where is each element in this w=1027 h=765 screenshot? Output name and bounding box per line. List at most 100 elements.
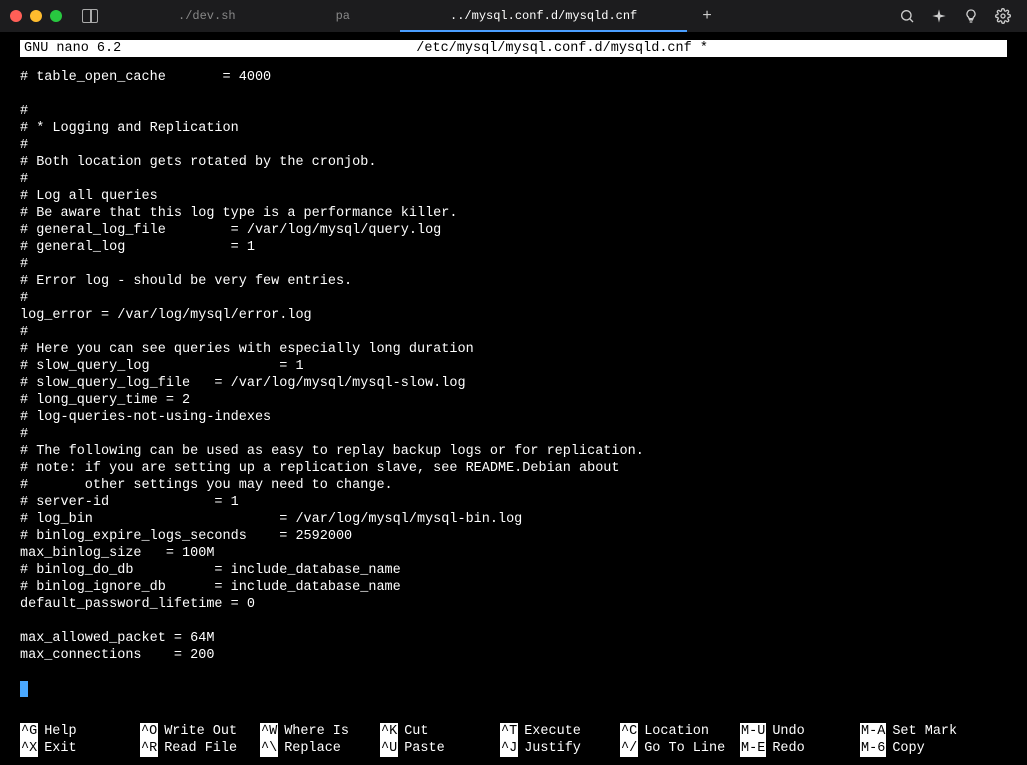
footer-shortcut: ^W Where Is	[260, 723, 380, 740]
footer-row: ^G Help ^O Write Out ^W Where Is ^K Cut ^TExecut…	[20, 723, 1007, 740]
footer-row: ^XExit^R Read File ^\ Replace ^U Paste ^J Justi…	[20, 740, 1007, 757]
footer-shortcut: ^XExit	[20, 740, 140, 757]
tab-bar: ./dev.sh pa ../mysql.conf.d/mysqld.cnf +	[128, 0, 899, 32]
shortcut-key: ^U	[380, 740, 398, 757]
file-line: # Both location gets rotated by the cron…	[20, 154, 1007, 171]
file-line: # slow_query_log = 1	[20, 358, 1007, 375]
cursor	[20, 681, 28, 697]
shortcut-key: ^/	[620, 740, 638, 757]
file-content[interactable]: # table_open_cache = 4000 ## * Logging a…	[20, 69, 1007, 698]
nano-version: GNU nano 6.2	[24, 40, 121, 57]
shortcut-label: Help	[44, 723, 76, 740]
shortcut-label: Execute	[524, 723, 581, 740]
file-line: #	[20, 256, 1007, 273]
file-line: # binlog_expire_logs_seconds = 2592000	[20, 528, 1007, 545]
file-line: # Error log - should be very few entries…	[20, 273, 1007, 290]
close-window[interactable]	[10, 10, 22, 22]
new-tab-button[interactable]: +	[687, 0, 727, 32]
file-line: # server-id = 1	[20, 494, 1007, 511]
file-line: # Be aware that this log type is a perfo…	[20, 205, 1007, 222]
shortcut-key: ^\	[260, 740, 278, 757]
tab-label: ../mysql.conf.d/mysqld.cnf	[450, 9, 637, 23]
footer-shortcut: ^G Help	[20, 723, 140, 740]
footer-shortcut: ^O Write Out	[140, 723, 260, 740]
terminal-area[interactable]: GNU nano 6.2 /etc/mysql/mysql.conf.d/mys…	[0, 32, 1027, 706]
shortcut-label: Location	[644, 723, 709, 740]
file-line	[20, 613, 1007, 630]
footer-shortcut: ^TExecute	[500, 723, 620, 740]
shortcut-label: Justify	[524, 740, 581, 757]
titlebar: ./dev.sh pa ../mysql.conf.d/mysqld.cnf +	[0, 0, 1027, 32]
file-line: # log_bin = /var/log/mysql/mysql-bin.log	[20, 511, 1007, 528]
footer-shortcut: M-6 Copy	[860, 740, 980, 757]
settings-icon[interactable]	[995, 8, 1011, 24]
tab-label: ./dev.sh	[178, 9, 236, 23]
shortcut-label: Replace	[284, 740, 341, 757]
shortcut-label: Redo	[772, 740, 804, 757]
footer-shortcut: ^C Location	[620, 723, 740, 740]
shortcut-label: Read File	[164, 740, 237, 757]
file-line: # The following can be used as easy to r…	[20, 443, 1007, 460]
shortcut-label: Cut	[404, 723, 428, 740]
shortcut-key: ^K	[380, 723, 398, 740]
shortcut-label: Paste	[404, 740, 445, 757]
file-line: # Here you can see queries with especial…	[20, 341, 1007, 358]
file-line: # general_log = 1	[20, 239, 1007, 256]
file-line: log_error = /var/log/mysql/error.log	[20, 307, 1007, 324]
tab-label: pa	[336, 9, 350, 23]
shortcut-key: ^X	[20, 740, 38, 757]
file-line: # * Logging and Replication	[20, 120, 1007, 137]
file-line: # log-queries-not-using-indexes	[20, 409, 1007, 426]
footer-shortcut: M-E Redo	[740, 740, 860, 757]
footer-shortcut: ^U Paste	[380, 740, 500, 757]
file-line: # table_open_cache = 4000	[20, 69, 1007, 86]
file-line: #	[20, 290, 1007, 307]
minimize-window[interactable]	[30, 10, 42, 22]
shortcut-label: Where Is	[284, 723, 349, 740]
file-line: #	[20, 426, 1007, 443]
shortcut-key: ^R	[140, 740, 158, 757]
nano-footer: ^G Help ^O Write Out ^W Where Is ^K Cut ^TExecut…	[20, 723, 1007, 757]
split-panes-icon[interactable]	[82, 9, 98, 23]
shortcut-key: M-E	[740, 740, 766, 757]
footer-shortcut: M-A Set Mark	[860, 723, 980, 740]
footer-shortcut: ^J Justify	[500, 740, 620, 757]
nano-filename: /etc/mysql/mysql.conf.d/mysqld.cnf *	[121, 40, 1003, 57]
nano-header: GNU nano 6.2 /etc/mysql/mysql.conf.d/mys…	[20, 40, 1007, 57]
file-line: #	[20, 137, 1007, 154]
file-line: max_connections = 200	[20, 647, 1007, 664]
shortcut-key: M-A	[860, 723, 886, 740]
shortcut-label: Go To Line	[644, 740, 725, 757]
file-line	[20, 664, 1007, 681]
shortcut-key: ^J	[500, 740, 518, 757]
shortcut-key: M-6	[860, 740, 886, 757]
file-line: # other settings you may need to change.	[20, 477, 1007, 494]
file-line	[20, 86, 1007, 103]
maximize-window[interactable]	[50, 10, 62, 22]
file-line: #	[20, 171, 1007, 188]
footer-shortcut: ^R Read File	[140, 740, 260, 757]
shortcut-label: Set Mark	[892, 723, 957, 740]
tab-pa[interactable]: pa	[286, 0, 400, 32]
footer-shortcut: M-UUndo	[740, 723, 860, 740]
shortcut-key: ^C	[620, 723, 638, 740]
file-line: #	[20, 103, 1007, 120]
file-line: max_allowed_packet = 64M	[20, 630, 1007, 647]
footer-shortcut: ^K Cut	[380, 723, 500, 740]
shortcut-label: Copy	[892, 740, 924, 757]
file-line: # note: if you are setting up a replicat…	[20, 460, 1007, 477]
file-line: # general_log_file = /var/log/mysql/quer…	[20, 222, 1007, 239]
tab-mysqld-cnf[interactable]: ../mysql.conf.d/mysqld.cnf	[400, 0, 687, 32]
file-line: max_binlog_size = 100M	[20, 545, 1007, 562]
lightbulb-icon[interactable]	[963, 8, 979, 24]
footer-shortcut: ^\ Replace	[260, 740, 380, 757]
shortcut-label: Write Out	[164, 723, 237, 740]
titlebar-actions	[899, 8, 1017, 24]
shortcut-key: ^G	[20, 723, 38, 740]
file-line: # binlog_do_db = include_database_name	[20, 562, 1007, 579]
search-icon[interactable]	[899, 8, 915, 24]
tab-dev-sh[interactable]: ./dev.sh	[128, 0, 286, 32]
shortcut-key: ^W	[260, 723, 278, 740]
shortcut-key: ^O	[140, 723, 158, 740]
sparkle-icon[interactable]	[931, 8, 947, 24]
